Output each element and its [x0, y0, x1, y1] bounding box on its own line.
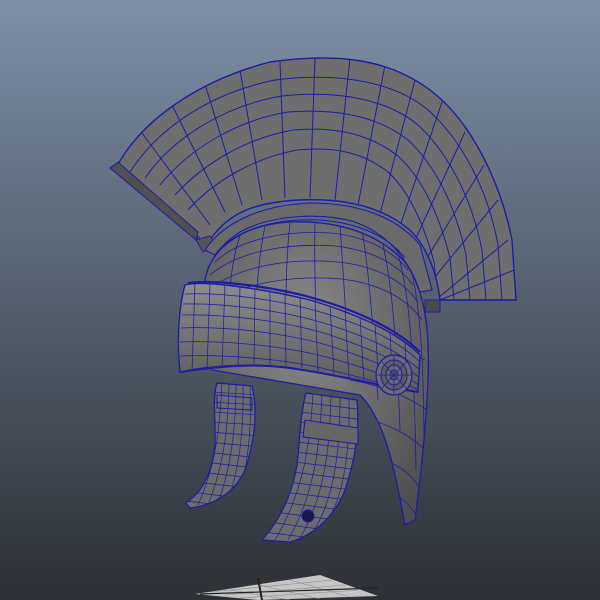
viewport-canvas[interactable]	[0, 0, 600, 600]
side-boss-rosette[interactable]	[375, 354, 413, 396]
3d-viewport[interactable]	[0, 0, 600, 600]
rivet-icon	[301, 509, 315, 523]
